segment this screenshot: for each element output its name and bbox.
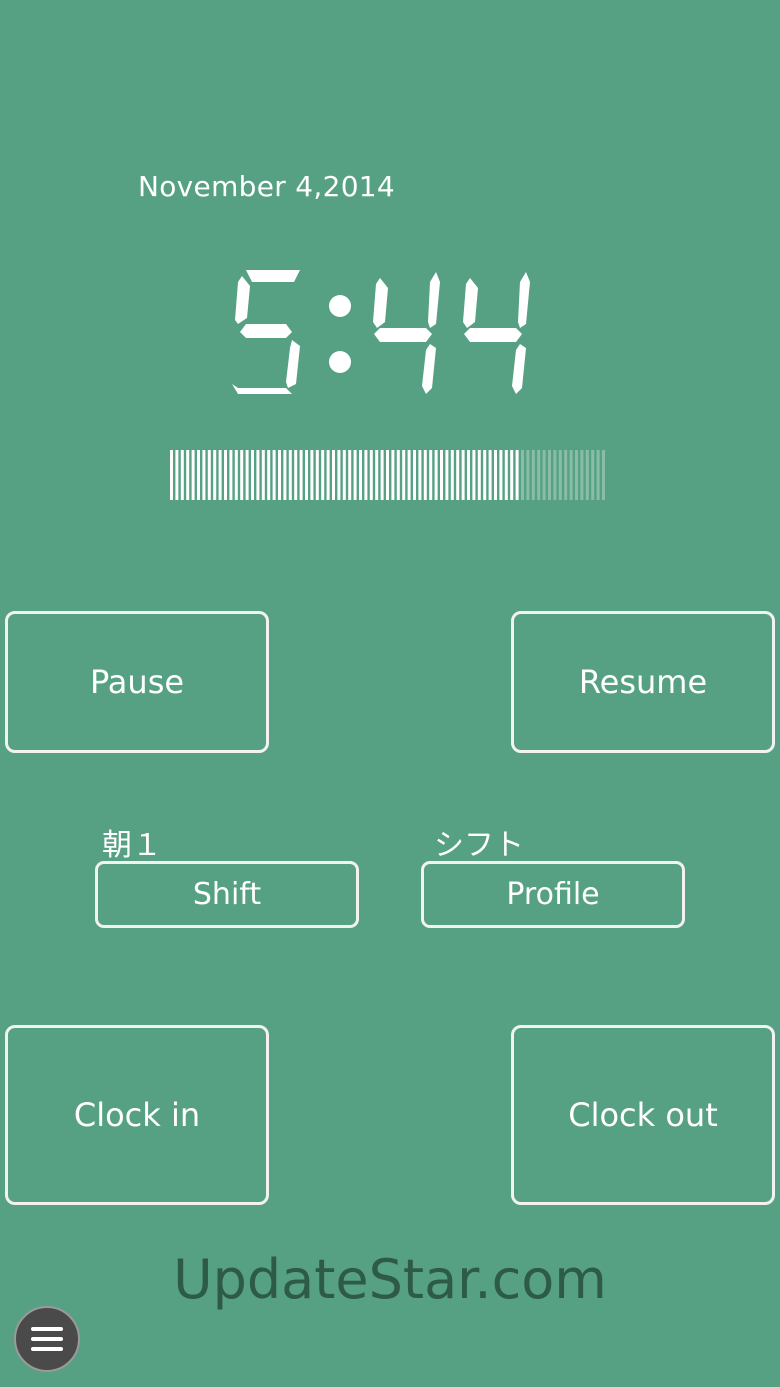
clock-out-button[interactable]: Clock out [511, 1025, 775, 1205]
progress-bar [170, 450, 605, 500]
pause-button[interactable]: Pause [5, 611, 269, 753]
profile-value-label: シフト [434, 828, 524, 863]
hamburger-menu-icon [31, 1327, 63, 1351]
shift-button[interactable]: Shift [95, 861, 359, 928]
watermark-text: UpdateStar.com [173, 1248, 607, 1311]
clock-display [232, 270, 530, 394]
profile-button[interactable]: Profile [421, 861, 685, 928]
shift-value-label: 朝１ [102, 828, 162, 863]
clock-in-button[interactable]: Clock in [5, 1025, 269, 1205]
resume-button[interactable]: Resume [511, 611, 775, 753]
date-label: November 4,2014 [138, 170, 396, 203]
menu-button[interactable] [14, 1306, 80, 1372]
